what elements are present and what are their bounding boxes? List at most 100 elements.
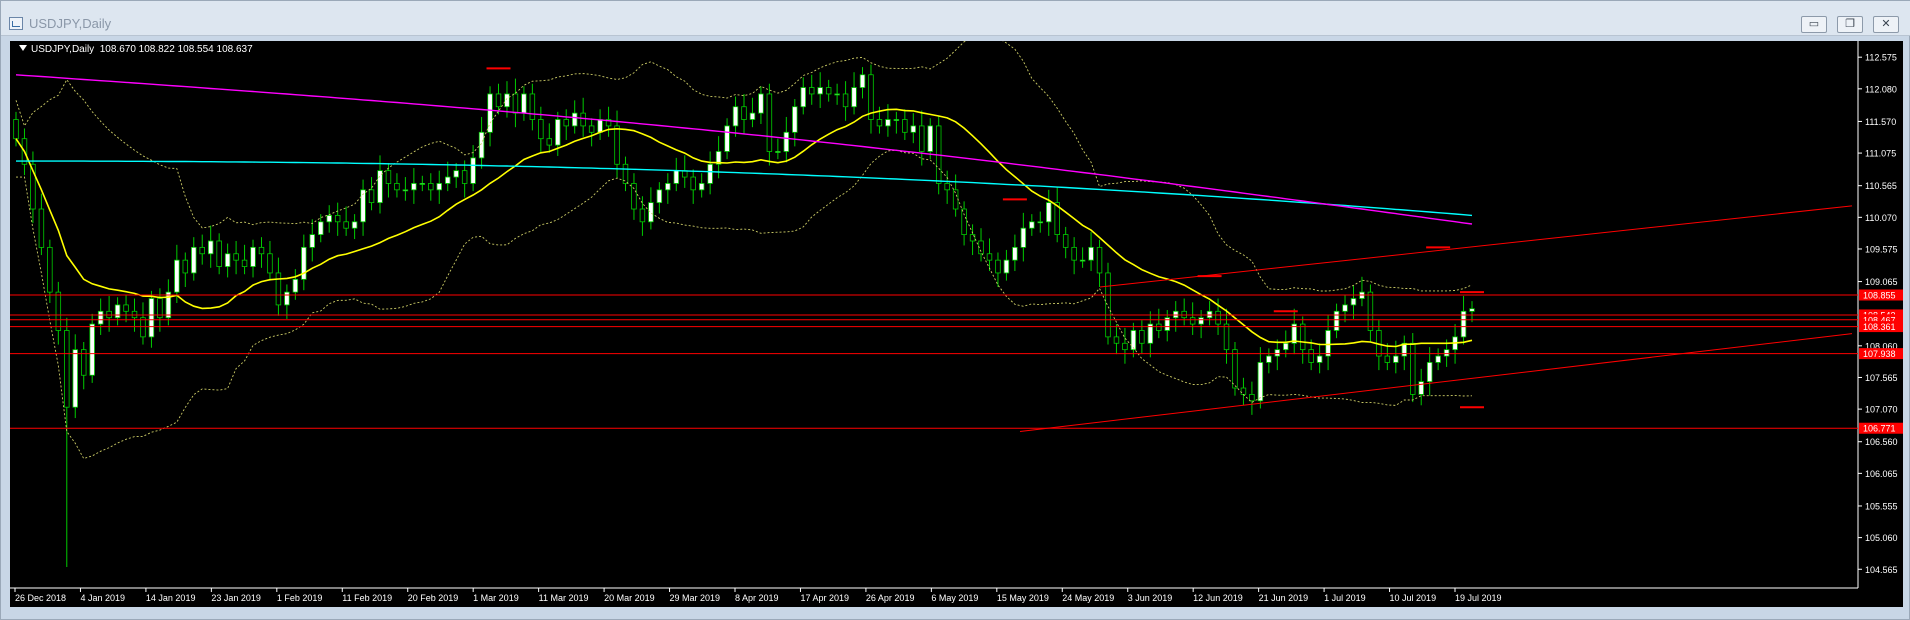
candle-body (343, 221, 349, 229)
price-axis-label: 105.555 (1865, 501, 1898, 511)
time-axis-label: 23 Jan 2019 (211, 593, 261, 603)
moving-average-fast (15, 108, 1473, 348)
price-chart[interactable]: 112.575 112.080 111.570 111.075 110.565 110.0… (10, 35, 1903, 607)
candle-body (97, 310, 104, 325)
price-axis-label: 111.570 (1865, 117, 1896, 127)
candle-body (428, 183, 434, 191)
candle-body (1088, 246, 1094, 261)
candle-body (470, 157, 476, 184)
time-axis-label: 29 Mar 2019 (670, 593, 721, 603)
time-axis-label: 26 Dec 2018 (15, 593, 66, 603)
title-bar[interactable]: USDJPY,Daily ▭ ❐ ✕ (1, 1, 1910, 36)
price-axis-label: 107.565 (1865, 373, 1898, 383)
candle-body (241, 259, 248, 267)
candle-body (258, 246, 265, 255)
candle-body (834, 93, 840, 96)
candlestick-chart[interactable]: 112.575 112.080 111.570 111.075 110.565 110.0… (10, 35, 1903, 607)
symbol-timeframe: USDJPY,Daily (31, 44, 95, 55)
candle-body (351, 221, 358, 229)
candle-body (114, 304, 121, 319)
price-axis-label: 112.575 (1865, 53, 1897, 63)
candle-body (766, 93, 773, 152)
candle-body (1308, 349, 1314, 363)
candle-body (444, 176, 451, 184)
candle-body (191, 246, 197, 274)
candle-body (47, 246, 53, 293)
time-axis-label: 21 Jun 2019 (1259, 593, 1309, 603)
candle-body (1105, 272, 1111, 338)
candle-body (1316, 355, 1323, 363)
candle-body (529, 93, 536, 120)
candle-body (758, 93, 764, 114)
price-tag-label: 106.771 (1863, 424, 1896, 434)
time-axis-label: 24 May 2019 (1062, 593, 1114, 603)
candle-body (1283, 342, 1289, 351)
candle-body (690, 176, 696, 191)
candle-body (546, 138, 553, 146)
candle-body (1435, 355, 1441, 363)
time-axis-label: 17 Apr 2019 (800, 593, 849, 603)
price-axis-label: 112.080 (1865, 84, 1897, 94)
candle-body (698, 183, 705, 191)
window-title: USDJPY,Daily (29, 16, 112, 31)
candle-body (741, 106, 747, 120)
candle-body (267, 253, 273, 274)
candle-body (1139, 330, 1145, 344)
minimize-button[interactable]: ▭ (1801, 16, 1827, 33)
candle-body (275, 272, 282, 306)
candle-body (1096, 246, 1103, 274)
candle-body (199, 246, 205, 255)
candle-body (504, 93, 510, 108)
candle-body (461, 170, 468, 184)
candle-body (1410, 342, 1416, 395)
candle-body (571, 112, 578, 127)
price-axis-label: 104.565 (1865, 565, 1898, 575)
candle-body (1249, 394, 1255, 402)
candle-body (326, 215, 332, 223)
time-axis-label: 20 Mar 2019 (604, 593, 655, 603)
time-axis-label: 15 May 2019 (997, 593, 1049, 603)
candle-body (580, 112, 586, 127)
candle-body (597, 119, 603, 133)
candle-body (631, 183, 637, 210)
candle-body (656, 189, 663, 204)
time-axis-label: 20 Feb 2019 (408, 593, 459, 603)
candle-body (1299, 323, 1306, 351)
candle-body (1113, 336, 1120, 344)
restore-button[interactable]: ❐ (1837, 16, 1863, 33)
candle-body (1232, 349, 1238, 389)
dropdown-triangle-icon[interactable] (19, 45, 27, 51)
candle-body (1342, 304, 1348, 312)
time-axis-label: 26 Apr 2019 (866, 593, 915, 603)
candle-body (419, 183, 426, 185)
candle-body (512, 93, 519, 114)
moving-average-cyan (16, 160, 1473, 217)
candle-body (825, 87, 832, 95)
candle-body (292, 278, 299, 293)
candle-body (563, 119, 569, 127)
time-axis-label: 12 Jun 2019 (1193, 593, 1243, 603)
candle-body (1274, 349, 1281, 357)
candle-body (995, 259, 1001, 274)
time-axis-label: 14 Jan 2019 (146, 593, 196, 603)
candle-body (614, 125, 620, 165)
ohlc-values: 108.670 108.822 108.554 108.637 (99, 44, 253, 55)
candle-body (538, 119, 544, 140)
candle-body (368, 189, 375, 204)
candle-body (707, 163, 713, 184)
candle-body (284, 291, 290, 306)
candle-body (411, 183, 417, 191)
symbol-info[interactable]: USDJPY,Daily 108.670 108.822 108.554 108… (19, 44, 253, 55)
candle-body (1266, 355, 1272, 363)
close-button[interactable]: ✕ (1873, 16, 1899, 33)
candle-body (749, 112, 756, 120)
price-axis-label: 109.065 (1865, 277, 1898, 287)
time-axis-label: 8 Apr 2019 (735, 593, 779, 603)
candle-body (1350, 298, 1357, 306)
candle-body (402, 189, 409, 192)
candle-body (1012, 246, 1018, 261)
candle-body (986, 253, 993, 261)
candle-body (1443, 349, 1450, 357)
candle-body (1198, 317, 1204, 325)
price-tag-label: 107.938 (1863, 349, 1896, 359)
